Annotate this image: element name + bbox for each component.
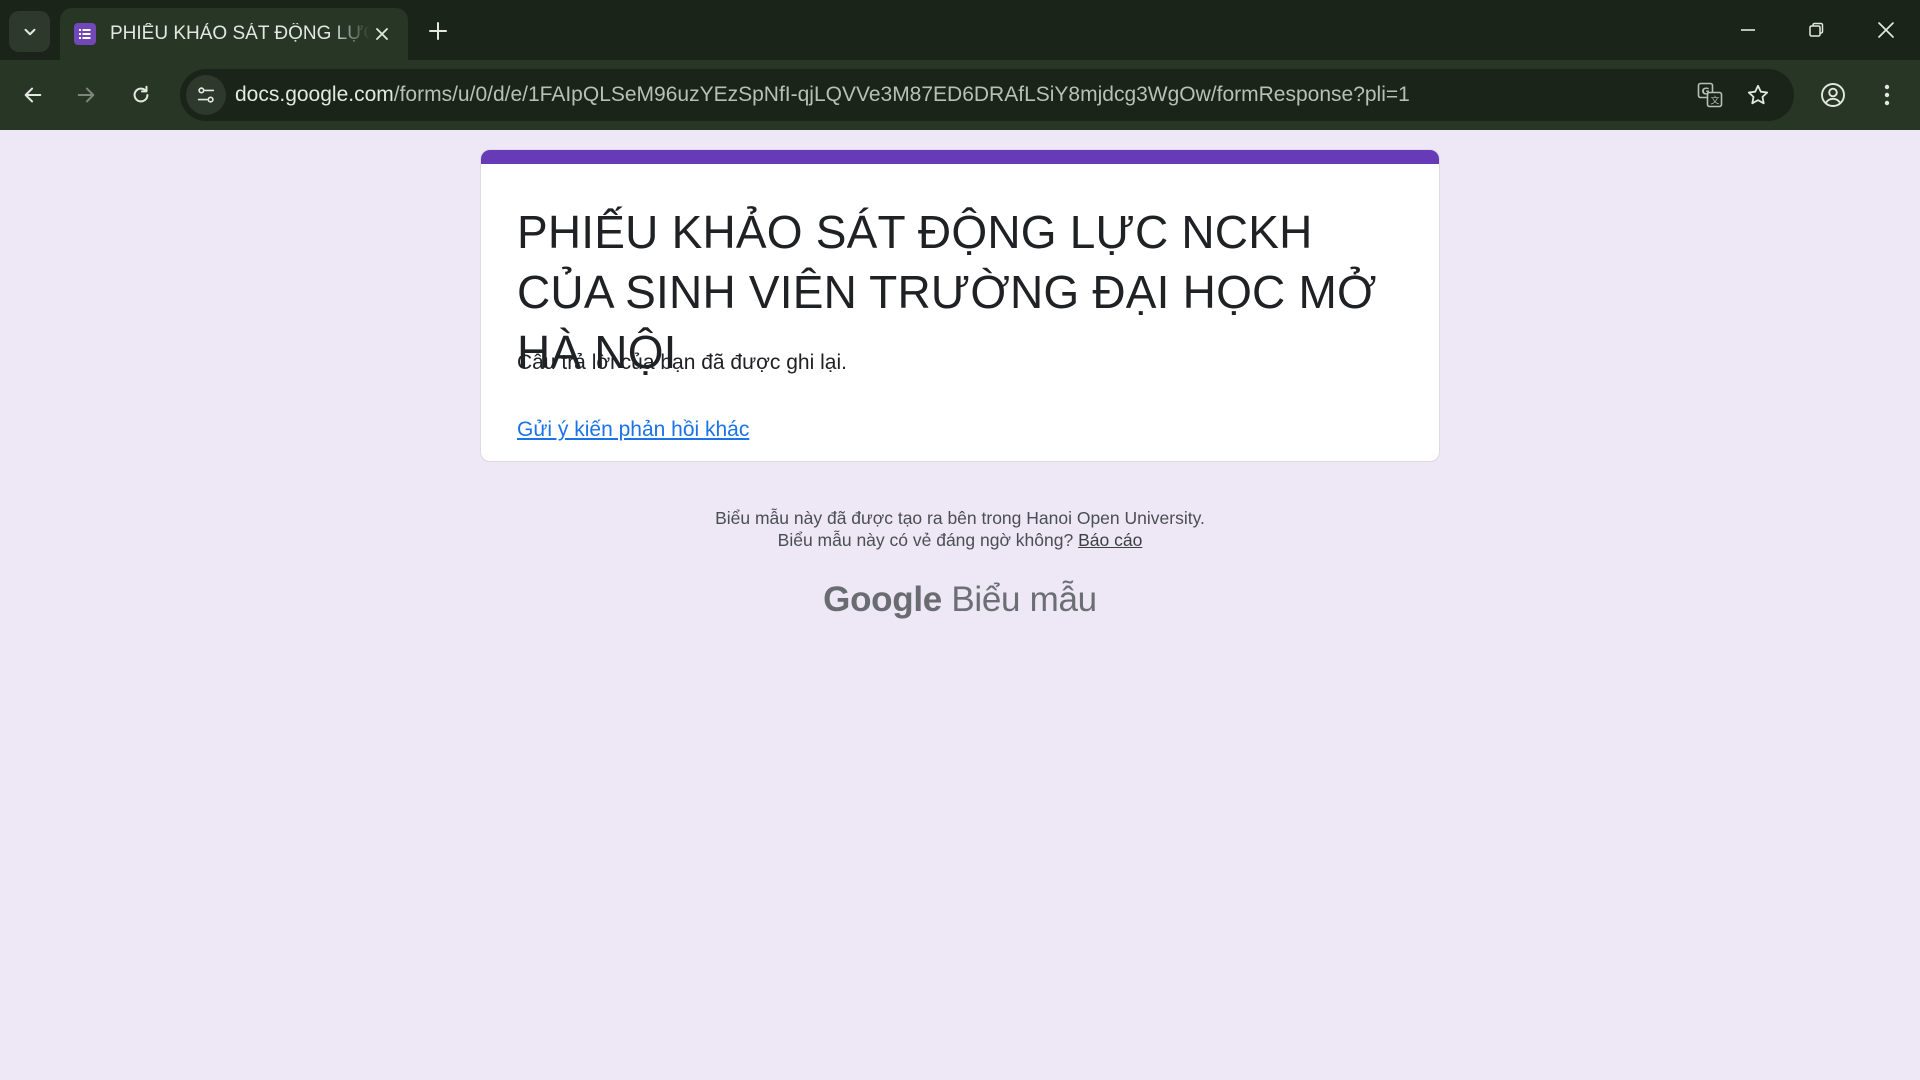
back-icon[interactable] (15, 77, 51, 113)
forward-icon[interactable] (68, 77, 104, 113)
page-content: PHIẾU KHẢO SÁT ĐỘNG LỰC NCKH CỦA SINH VI… (0, 130, 1920, 1078)
close-tab-icon[interactable] (370, 22, 394, 46)
browser-toolbar: docs.google.com/forms/u/0/d/e/1FAIpQLSeM… (0, 60, 1920, 130)
suspicious-prompt: Biểu mẫu này có vẻ đáng ngờ không? (777, 530, 1074, 550)
chevron-down-icon (24, 28, 35, 35)
suspicious-line: Biểu mẫu này có vẻ đáng ngờ không? Báo c… (0, 529, 1920, 551)
brand-product: Biểu mẫu (951, 580, 1097, 619)
new-tab-icon[interactable] (424, 17, 452, 45)
forms-favicon-icon (74, 23, 96, 45)
brand-google: Google (823, 580, 942, 619)
site-info-icon[interactable] (186, 75, 226, 115)
response-card: PHIẾU KHẢO SÁT ĐỘNG LỰC NCKH CỦA SINH VI… (480, 149, 1440, 462)
menu-icon[interactable] (1869, 77, 1905, 113)
footer-disclaimer: Biểu mẫu này đã được tạo ra bên trong Ha… (0, 507, 1920, 551)
confirmation-message: Câu trả lời của bạn đã được ghi lại. (517, 351, 847, 374)
google-forms-logo[interactable]: Google Biểu mẫu (0, 580, 1920, 620)
address-bar[interactable]: docs.google.com/forms/u/0/d/e/1FAIpQLSeM… (180, 69, 1794, 121)
restore-icon[interactable] (1792, 12, 1840, 48)
url-host: docs.google.com (235, 83, 394, 106)
url-text[interactable]: docs.google.com/forms/u/0/d/e/1FAIpQLSeM… (235, 83, 1410, 107)
translate-icon[interactable]: G 文 (1696, 81, 1724, 109)
minimize-icon[interactable] (1724, 12, 1772, 48)
url-path: /forms/u/0/d/e/1FAIpQLSeM96uzYEzSpNfI-qj… (393, 83, 1410, 106)
tab-search-button[interactable] (9, 11, 50, 52)
close-window-icon[interactable] (1862, 12, 1910, 48)
created-in-text: Biểu mẫu này đã được tạo ra bên trong Ha… (715, 508, 1205, 528)
tab-title: PHIẾU KHẢO SÁT ĐỘNG LỰC NCKH CỦA SINH VI… (110, 23, 370, 44)
card-accent-bar (481, 150, 1439, 164)
tab-strip: PHIẾU KHẢO SÁT ĐỘNG LỰC NCKH CỦA SINH VI… (0, 0, 1920, 60)
bookmark-star-icon[interactable] (1744, 81, 1772, 109)
reload-icon[interactable] (123, 77, 159, 113)
svg-text:文: 文 (1711, 95, 1720, 107)
profile-icon[interactable] (1815, 77, 1851, 113)
submit-another-response-link[interactable]: Gửi ý kiến phản hồi khác (517, 418, 749, 442)
report-link[interactable]: Báo cáo (1078, 530, 1142, 550)
active-tab[interactable]: PHIẾU KHẢO SÁT ĐỘNG LỰC NCKH CỦA SINH VI… (60, 8, 408, 60)
